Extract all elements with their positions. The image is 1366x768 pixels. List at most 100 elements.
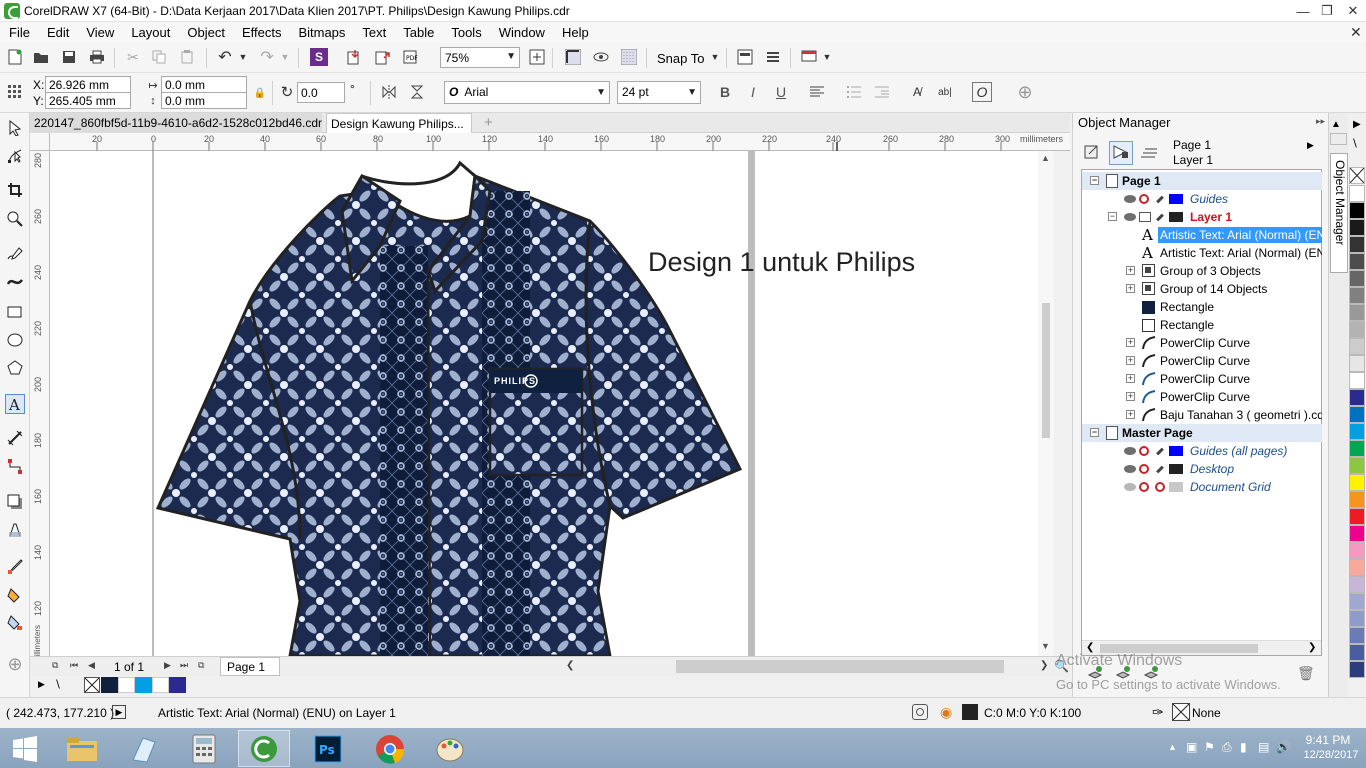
add-page-before-icon[interactable]: ⧉ [52,660,58,671]
freehand-tool-icon[interactable] [6,245,24,263]
status-menu-icon[interactable]: ▶ [112,705,126,719]
tray-flag-icon[interactable]: ⚑ [1204,740,1215,754]
pick-tool-icon[interactable] [6,119,24,137]
start-button[interactable] [0,730,50,767]
menu-layout[interactable]: Layout [122,25,178,40]
palette-swatch[interactable] [1349,253,1365,270]
menu-bitmaps[interactable]: Bitmaps [289,25,353,40]
tray-battery-icon[interactable]: ▮ [1240,740,1247,754]
palette-swatch[interactable] [1349,508,1365,525]
docker-close-icon[interactable]: ✕ [1350,24,1362,41]
workspace-icon[interactable] [800,48,818,66]
design-title-text[interactable]: Design 1 untuk Philips [648,247,915,278]
palette-swatch[interactable] [1349,457,1365,474]
palette-swatch[interactable] [1349,644,1365,661]
app-icon[interactable] [118,730,170,767]
layer-color-swatch[interactable] [1169,194,1183,204]
cut-icon[interactable]: ✂ [124,48,142,66]
tree-object-artistic-text-selected[interactable]: A Artistic Text: Arial (Normal) (EN [1082,226,1322,244]
docker-expand-icon[interactable]: ▸▸ [1316,116,1325,127]
text-align-icon[interactable] [808,83,826,101]
undo-dropdown-icon[interactable]: ▼ [234,48,252,66]
customize-toolbox-icon[interactable]: ⊕ [6,654,24,674]
copy-icon[interactable] [150,48,168,66]
palette-eyedropper-icon[interactable]: ∖ [1351,137,1358,150]
snap-to-button[interactable]: Snap To [657,51,704,66]
palette-swatch[interactable] [1349,661,1365,678]
palette-swatch[interactable] [1349,185,1365,202]
palette-swatch[interactable] [1349,270,1365,287]
print-icon[interactable] [88,48,106,66]
printable-icon[interactable] [1139,446,1149,456]
expand-icon[interactable]: + [1126,284,1135,293]
layer-color-swatch[interactable] [1169,446,1183,456]
horizontal-scrollbar-thumb[interactable] [676,660,1004,673]
palette-swatch[interactable] [1349,440,1365,457]
palette-swatch[interactable] [1349,338,1365,355]
snap-to-dropdown-icon[interactable]: ▼ [706,48,724,66]
object-origin-icon[interactable] [6,83,24,101]
open-folder-icon[interactable] [32,48,50,66]
palette-scroll-up-icon[interactable]: ▶ [1353,119,1361,130]
polygon-tool-icon[interactable] [6,359,24,377]
shirt-design-artwork[interactable]: PHILIPS [50,151,1054,656]
tree-object-powerclip[interactable]: + PowerClip Curve [1082,370,1322,388]
canvas-vertical-scrollbar[interactable]: ▲ ▼ [1038,151,1054,656]
next-page-icon[interactable]: ▶ [164,660,171,671]
menu-help[interactable]: Help [553,25,597,40]
expand-icon[interactable]: + [1126,392,1135,401]
tree-object-powerclip[interactable]: + PowerClip Curve [1082,388,1322,406]
palette-swatch[interactable] [1349,525,1365,542]
add-property-icon[interactable]: ⊕ [1016,82,1034,102]
interactive-fill-tool-icon[interactable] [6,586,24,604]
mirror-horizontal-icon[interactable] [380,83,398,101]
swatch-white[interactable] [152,677,169,693]
add-page-after-icon[interactable]: ⧉ [198,660,204,671]
menu-file[interactable]: File [0,25,38,40]
show-properties-icon[interactable] [1083,143,1103,163]
palette-swatch[interactable] [1349,219,1365,236]
locked-icon[interactable] [1155,482,1165,492]
artistic-media-tool-icon[interactable] [6,273,24,291]
tree-object-rectangle[interactable]: Rectangle [1082,316,1322,334]
transparency-tool-icon[interactable] [6,521,24,539]
calculator-icon[interactable] [178,730,230,767]
printer-icon[interactable] [1139,212,1151,222]
palette-swatch[interactable] [1349,610,1365,627]
x-position-field[interactable]: 26.926 mm [45,76,131,93]
expand-icon[interactable]: + [1126,266,1135,275]
last-page-icon[interactable]: ⏭ [180,660,188,671]
palette-eyedropper-icon[interactable]: ∖ [54,678,61,691]
redo-icon[interactable]: ↷ [258,48,276,66]
height-field[interactable]: 0.0 mm [161,92,247,109]
scroll-left-icon[interactable]: ❮ [566,660,574,671]
width-field[interactable]: 0.0 mm [161,76,247,93]
close-button[interactable]: ✕ [1338,0,1366,22]
palette-swatch[interactable] [1349,202,1365,219]
first-page-icon[interactable]: ⏮ [70,660,78,671]
workspace-dropdown-icon[interactable]: ▼ [818,48,836,66]
show-hidden-icons-icon[interactable]: ▲ [1168,742,1177,752]
scroll-up-icon[interactable]: ▲ [1041,153,1050,163]
zoom-level-select[interactable]: 75% ▼ [440,47,520,68]
file-explorer-icon[interactable] [56,730,108,767]
clock-date[interactable]: 12/28/2017 [1300,749,1362,761]
collapse-icon[interactable]: − [1108,212,1117,221]
palette-swatch[interactable] [1349,423,1365,440]
full-screen-preview-icon[interactable] [528,48,546,66]
palette-swatch[interactable] [1349,627,1365,644]
snap-options-icon[interactable] [620,48,638,66]
export-icon[interactable] [374,48,392,66]
tree-object-powerclip[interactable]: + PowerClip Curve [1082,352,1322,370]
paste-icon[interactable] [178,48,196,66]
palette-swatch[interactable] [1349,593,1365,610]
palette-swatch[interactable] [1349,474,1365,491]
collapse-icon[interactable]: − [1090,428,1099,437]
search-content-icon[interactable]: S [310,48,328,66]
ellipse-tool-icon[interactable] [6,331,24,349]
editable-pen-icon[interactable] [1156,195,1164,204]
printable-icon[interactable] [1139,464,1149,474]
palette-swatch[interactable] [1349,355,1365,372]
edit-text-icon[interactable]: ab| [936,83,954,101]
bold-icon[interactable]: B [716,83,734,101]
